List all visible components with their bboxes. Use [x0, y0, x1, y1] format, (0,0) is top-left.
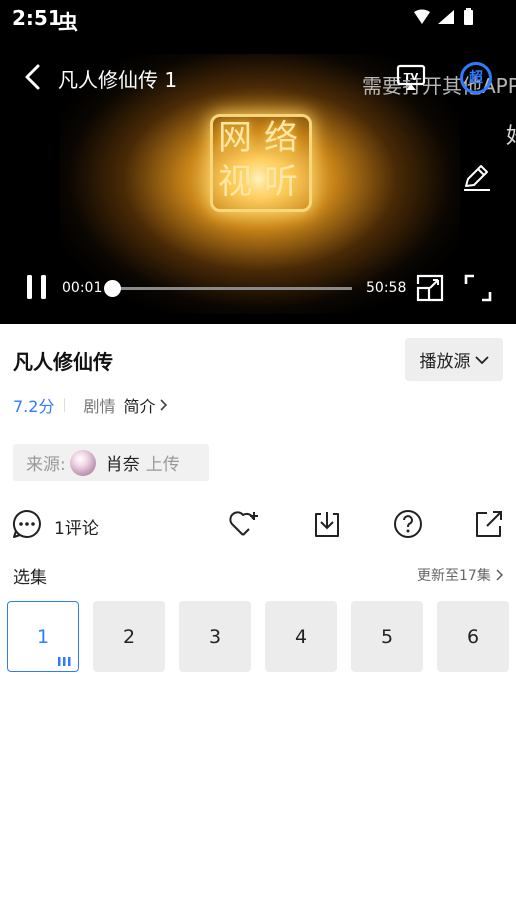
pause-button[interactable]	[24, 272, 50, 302]
divider	[64, 398, 66, 412]
episode-list: 1 2 3 4 5 6	[7, 601, 509, 672]
episode-chip[interactable]: 4	[265, 601, 337, 672]
intro-link[interactable]: 简介	[123, 393, 155, 417]
logo-watermark: 网络 视听	[218, 118, 298, 202]
chevron-right-icon	[496, 569, 503, 581]
episode-chip[interactable]: 1	[7, 601, 79, 672]
download-icon[interactable]	[311, 508, 343, 540]
source-label: 来源:	[26, 455, 66, 475]
source-uploader[interactable]: 来源: 肖奈 上传	[13, 444, 209, 481]
picture-in-picture-icon[interactable]	[416, 274, 444, 302]
back-icon[interactable]	[18, 60, 48, 94]
hd-badge-icon[interactable]: 超	[460, 62, 492, 94]
current-time: 00:01	[62, 280, 103, 296]
marquee-text: 需要打开其他APP	[362, 74, 516, 98]
battery-icon	[464, 10, 473, 25]
episode-chip[interactable]: 5	[351, 601, 423, 672]
uploader-name: 肖奈	[105, 455, 140, 475]
comment-count[interactable]: 1评论	[54, 514, 99, 539]
svg-text:TV: TV	[404, 72, 419, 83]
source-button-label: 播放源	[419, 352, 471, 372]
progress-knob[interactable]	[104, 280, 121, 297]
wifi-icon	[414, 9, 430, 24]
heart-add-icon[interactable]	[228, 508, 260, 540]
fullscreen-icon[interactable]	[464, 274, 492, 302]
video-player[interactable]: 网络 视听 凡人修仙传 1 需要打开其他APP 好 TV 超 00:01 50:…	[0, 34, 516, 324]
action-bar: 1评论	[0, 505, 516, 543]
edit-pen-icon[interactable]	[462, 162, 492, 192]
duration: 50:58	[366, 280, 407, 296]
status-time: 2:51	[12, 6, 62, 30]
comment-icon[interactable]	[12, 509, 42, 539]
score: 7.2分	[13, 397, 55, 416]
signal-icon	[438, 10, 454, 24]
show-title: 凡人修仙传	[13, 350, 113, 374]
meta-row: 7.2分 剧情 简介	[13, 393, 168, 417]
help-icon[interactable]	[392, 508, 424, 540]
update-text: 更新至17集	[417, 568, 491, 584]
bug-icon: 虫	[58, 10, 78, 34]
status-bar: 2:51 虫	[0, 0, 516, 34]
episodes-title: 选集	[13, 568, 47, 588]
chevron-down-icon	[474, 355, 489, 364]
video-title: 凡人修仙传 1	[58, 68, 178, 92]
system-status-icons	[414, 8, 473, 25]
episodes-update-link[interactable]: 更新至17集	[417, 565, 503, 585]
progress-track[interactable]	[112, 287, 352, 290]
episode-chip[interactable]: 3	[179, 601, 251, 672]
upload-suffix: 上传	[145, 455, 180, 475]
chevron-right-icon	[160, 399, 168, 411]
share-icon[interactable]	[473, 508, 505, 540]
episode-chip[interactable]: 6	[437, 601, 509, 672]
avatar	[69, 449, 96, 476]
marquee-text-2: 好	[506, 118, 516, 150]
tv-cast-icon[interactable]: TV	[396, 64, 426, 92]
playing-bars-icon	[58, 657, 71, 666]
genre-tag: 剧情	[83, 397, 116, 416]
source-button[interactable]: 播放源	[405, 338, 503, 381]
episode-chip[interactable]: 2	[93, 601, 165, 672]
